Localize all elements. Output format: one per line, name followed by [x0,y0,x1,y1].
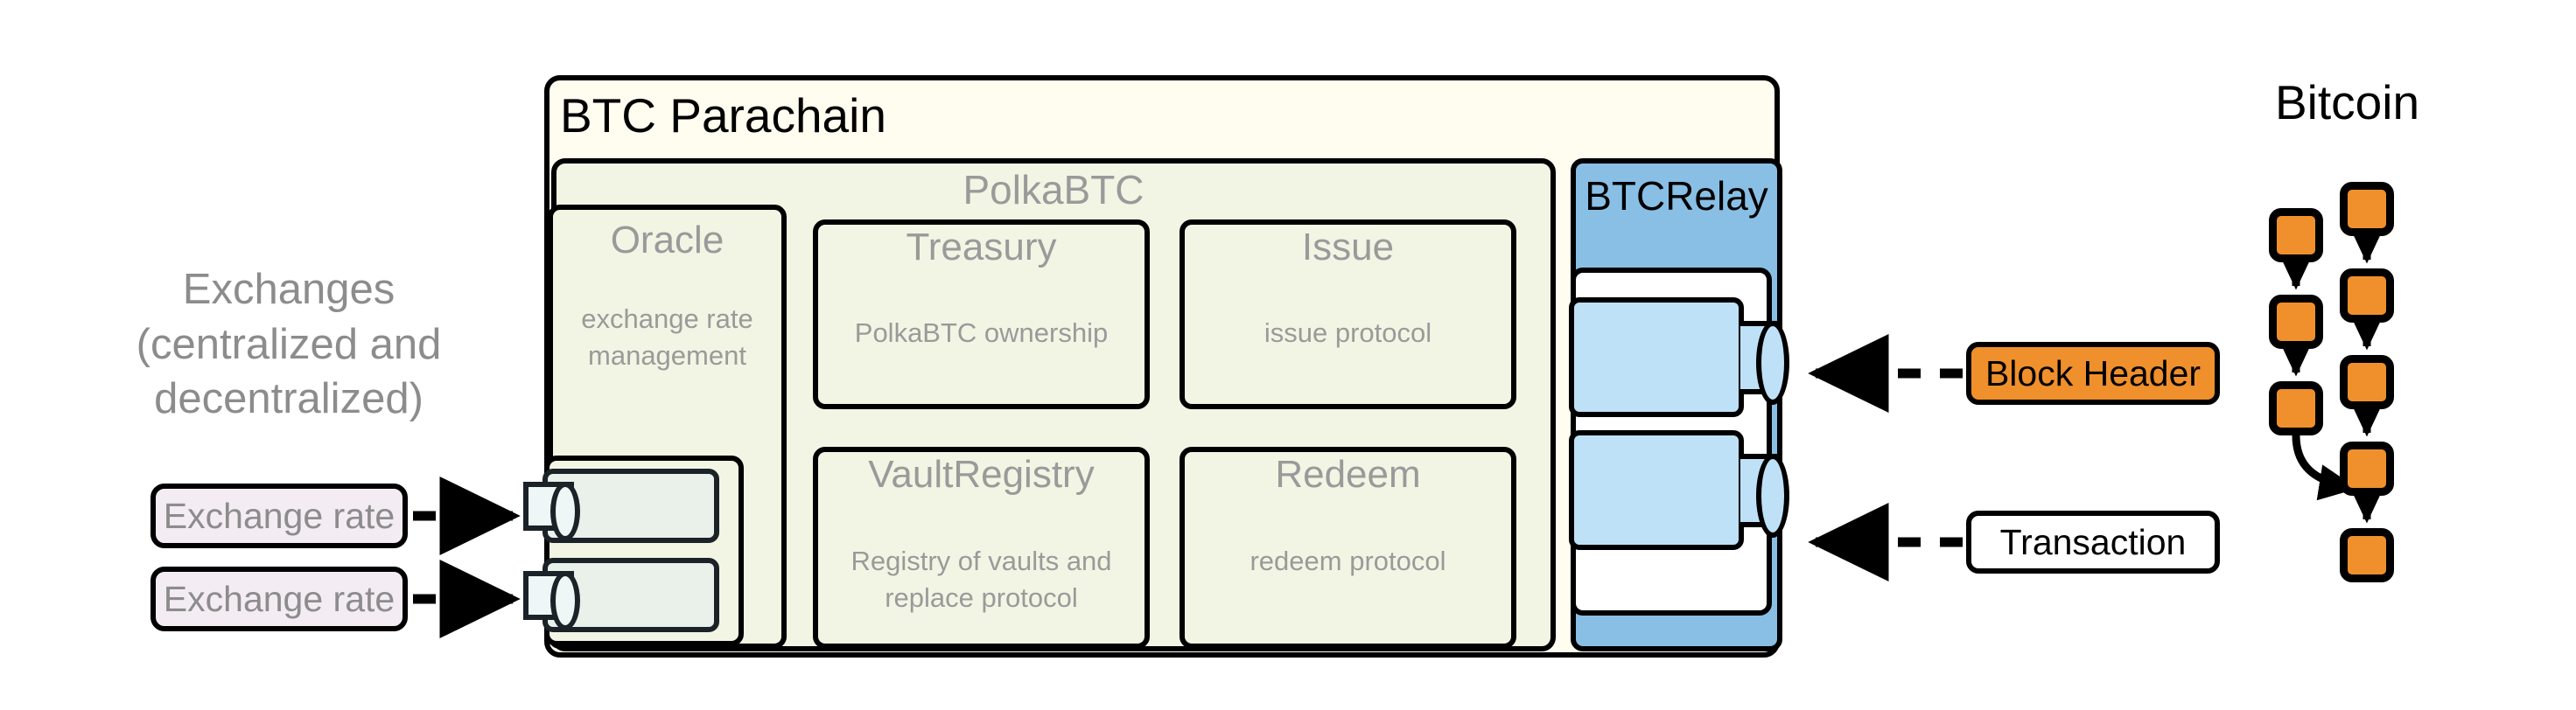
block-header-input[interactable]: Block Header [1966,342,2220,405]
diagram-canvas: Exchanges (centralized and decentralized… [0,0,2576,710]
exchange-rate-source-1[interactable]: Exchange rate [150,484,408,548]
exchange-rate-source-2[interactable]: Exchange rate [150,567,408,631]
oracle-description: exchange rate management [581,303,753,371]
redeem-description: redeem protocol [1250,546,1446,576]
treasury-title: Treasury [906,226,1057,268]
btcrelay-port-2-icon [1740,454,1789,538]
bitcoin-fork-block-1 [2269,208,2323,262]
oracle-feed-port-2-icon [523,571,580,630]
bitcoin-main-block-2 [2340,268,2394,323]
vaultregistry-title: VaultRegistry [868,453,1095,496]
bitcoin-fork-block-3 [2269,381,2323,435]
oracle-feed-port-1-cap-icon [550,482,580,541]
bitcoin-fork-block-2 [2269,295,2323,349]
btcrelay-port-1-icon [1740,321,1789,405]
btcrelay-port-2-cap-icon [1756,454,1789,538]
bitcoin-main-block-1 [2340,182,2394,236]
exchange-rate-label-1: Exchange rate [163,495,396,536]
issue-description: issue protocol [1264,317,1432,348]
oracle-feed-port-1-icon [523,482,580,541]
exchanges-group-label: Exchanges (centralized and decentralized… [136,266,442,423]
bitcoin-title: Bitcoin [2275,75,2420,129]
btcrelay-store-1[interactable] [1569,297,1744,417]
transaction-input[interactable]: Transaction [1966,511,2220,574]
bitcoin-main-block-5 [2340,528,2394,582]
transaction-label: Transaction [1999,521,2187,562]
bitcoin-main-block-3 [2340,355,2394,409]
btcrelay-title: BTCRelay [1585,173,1768,219]
bitcoin-main-block-4 [2340,442,2394,496]
issue-title: Issue [1301,226,1395,268]
vaultregistry-description: Registry of vaults and replace protocol [850,546,1112,613]
block-header-label: Block Header [1984,352,2202,393]
btcrelay-port-1-cap-icon [1756,321,1789,405]
oracle-title: Oracle [610,219,724,261]
treasury-description: PolkaBTC ownership [854,317,1109,348]
btcrelay-store-2[interactable] [1569,430,1744,550]
btc-parachain-title: BTC Parachain [560,88,886,143]
redeem-title: Redeem [1275,453,1421,496]
exchange-rate-label-2: Exchange rate [163,578,396,619]
oracle-feed-port-2-cap-icon [550,571,580,630]
